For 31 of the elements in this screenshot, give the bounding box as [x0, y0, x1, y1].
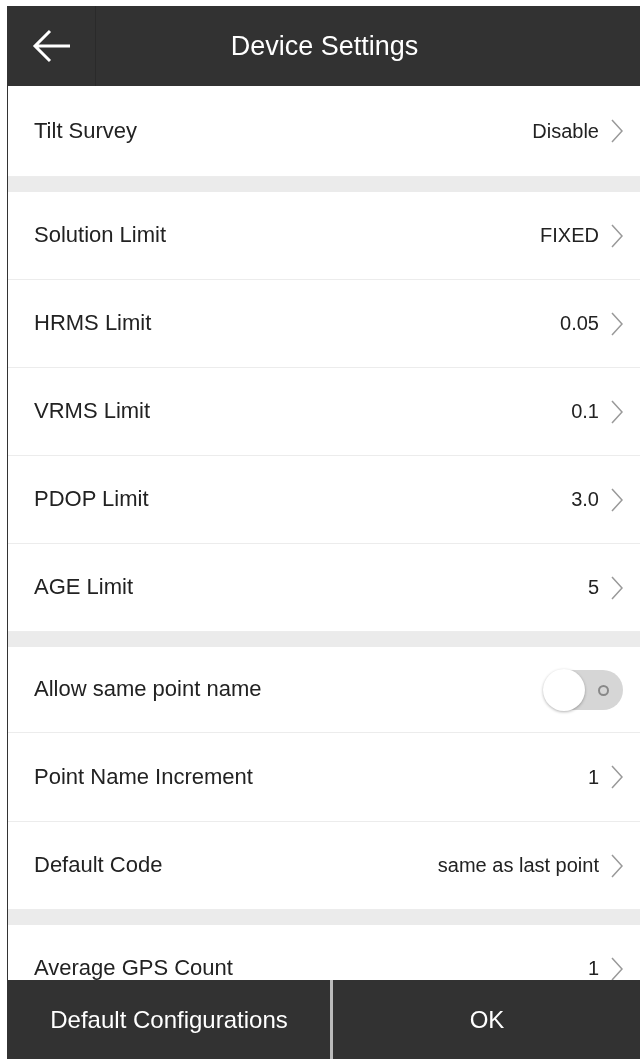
- setting-value[interactable]: same as last point: [437, 853, 623, 878]
- setting-value[interactable]: FIXED: [540, 223, 623, 248]
- setting-label: Average GPS Count: [34, 954, 234, 980]
- chevron-icon: [611, 119, 623, 143]
- setting-label: VRMS Limit: [34, 397, 152, 426]
- chevron-icon: [611, 853, 623, 878]
- chevron-icon: [611, 223, 623, 248]
- page-title: Device Settings: [229, 30, 420, 62]
- chevron-icon: [611, 399, 623, 424]
- setting-label: AGE Limit: [34, 573, 135, 602]
- setting-label: Allow same point name: [34, 675, 262, 704]
- setting-value[interactable]: 0.05: [560, 311, 623, 336]
- setting-value[interactable]: 3.0: [571, 487, 623, 512]
- setting-label: PDOP Limit: [34, 485, 150, 514]
- setting-value[interactable]: 0.1: [571, 399, 623, 424]
- setting-value[interactable]: Disable: [532, 119, 623, 143]
- chevron-icon: [611, 311, 623, 336]
- toggle-switch[interactable]: [545, 669, 623, 710]
- setting-value[interactable]: 1: [587, 765, 623, 789]
- chevron-icon: [611, 765, 623, 789]
- chevron-icon: [611, 575, 623, 600]
- setting-value[interactable]: 5: [587, 575, 623, 600]
- back-arrow-icon: [31, 28, 72, 64]
- setting-value[interactable]: 1: [587, 956, 623, 980]
- setting-label: Solution Limit: [34, 221, 168, 250]
- chevron-icon: [611, 956, 623, 980]
- setting-label: Tilt Survey: [34, 116, 139, 145]
- chevron-icon: [611, 487, 623, 512]
- setting-label: HRMS Limit: [34, 309, 153, 338]
- setting-label: Point Name Increment: [34, 762, 254, 791]
- setting-label: Default Code: [34, 851, 164, 880]
